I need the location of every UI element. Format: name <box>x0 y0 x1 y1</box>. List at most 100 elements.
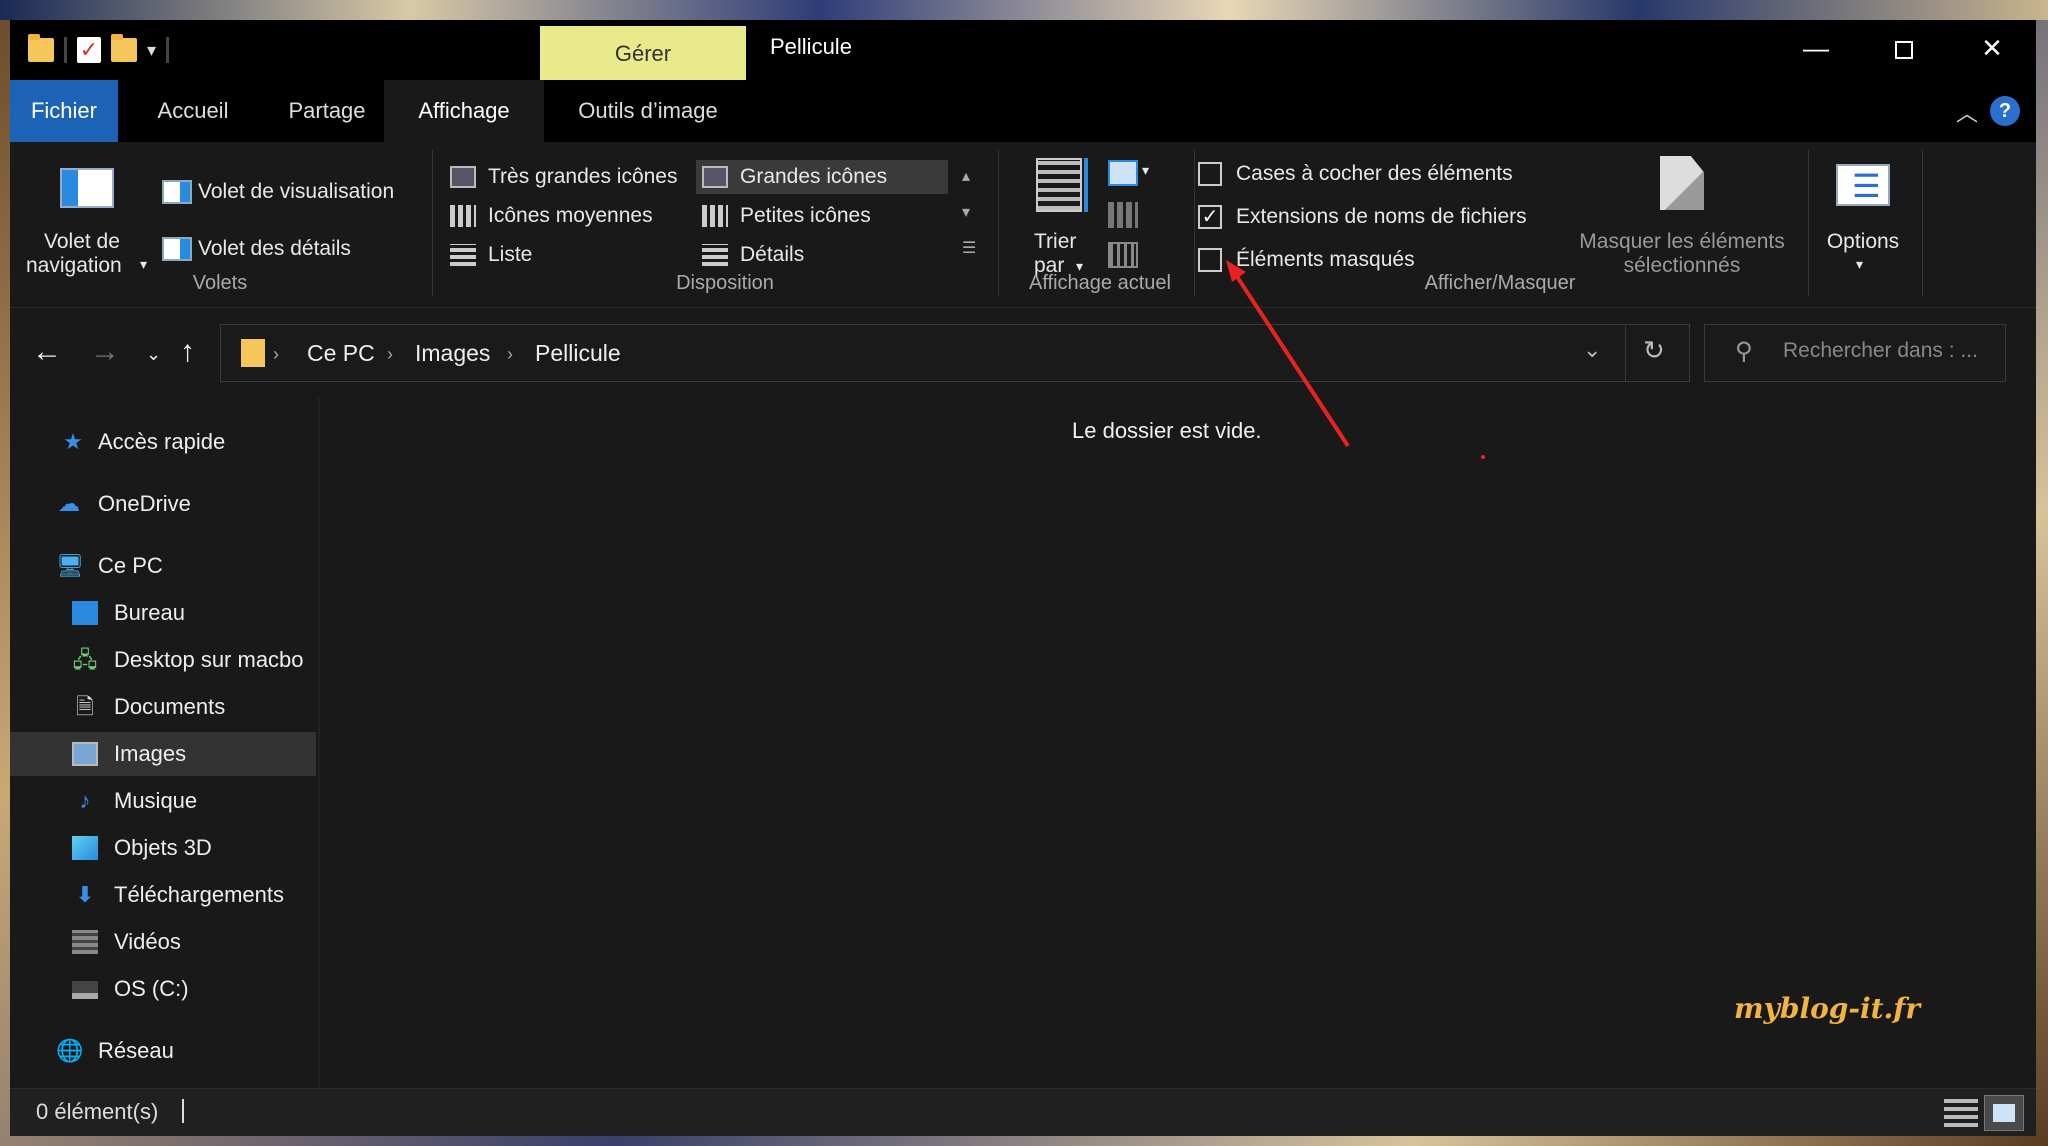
large-icons-icon <box>702 166 728 188</box>
video-icon <box>72 930 98 954</box>
hide-selected-icon[interactable] <box>1660 156 1704 210</box>
layout-list[interactable]: Liste <box>444 238 694 272</box>
sidebar-item-label: Musique <box>114 788 198 813</box>
group-label-volets: Volets <box>192 272 248 294</box>
folder-icon[interactable] <box>28 34 54 62</box>
file-list-area[interactable]: Le dossier est vide. myblog-it.fr <box>322 398 2036 1088</box>
forward-arrow-icon[interactable]: → <box>90 332 120 372</box>
options-icon[interactable] <box>1836 164 1890 206</box>
layout-scroll-down[interactable]: ▾ <box>962 202 970 222</box>
maximize-button[interactable] <box>1860 20 1948 76</box>
sidebar-item-telechargements[interactable]: ⬇ Téléchargements <box>10 873 316 917</box>
layout-label: Liste <box>488 243 533 266</box>
minimize-button[interactable]: — <box>1772 20 1860 76</box>
sidebar-item-objets-3d[interactable]: Objets 3D <box>10 826 316 870</box>
file-extensions-checkbox[interactable]: ✓ <box>1198 205 1222 229</box>
sidebar-item-label: Images <box>114 741 187 766</box>
new-folder-icon[interactable] <box>111 34 137 62</box>
sidebar-item-ce-pc[interactable]: 🖥 Ce PC <box>10 544 316 588</box>
status-separator <box>182 1099 184 1123</box>
navigation-pane-label-2[interactable]: navigation <box>26 254 122 278</box>
sort-icon[interactable] <box>1036 158 1082 212</box>
quick-access-toolbar: ✓ ▾ <box>28 32 170 68</box>
layout-details[interactable]: Détails <box>696 238 948 272</box>
group-by-icon[interactable] <box>1108 160 1138 186</box>
network-drive-icon: 🖧 <box>72 647 98 672</box>
chevron-right-icon[interactable]: › <box>273 337 279 371</box>
chevron-down-icon[interactable]: ▾ <box>140 256 147 273</box>
sidebar-item-onedrive[interactable]: ☁ OneDrive <box>10 482 316 526</box>
sidebar-item-bureau[interactable]: Bureau <box>10 591 316 635</box>
chevron-right-icon[interactable]: › <box>507 337 513 371</box>
sidebar-item-reseau[interactable]: 🌐 Réseau <box>10 1029 316 1073</box>
add-columns-icon[interactable] <box>1108 202 1138 228</box>
sidebar-item-musique[interactable]: ♪ Musique <box>10 779 316 823</box>
layout-medium-icons[interactable]: Icônes moyennes <box>444 199 694 233</box>
large-icons-view-button[interactable] <box>1984 1095 2024 1131</box>
context-tab-gerer[interactable]: Gérer <box>540 26 746 80</box>
tab-outils-image[interactable]: Outils d’image <box>548 80 748 142</box>
item-checkboxes-label[interactable]: Cases à cocher des éléments <box>1236 162 1513 186</box>
layout-extra-large-icons[interactable]: Très grandes icônes <box>444 160 694 194</box>
chevron-down-icon[interactable]: ⌄ <box>1583 337 1601 363</box>
preview-pane-button[interactable]: Volet de visualisation <box>198 180 394 204</box>
maximize-icon <box>1895 41 1913 60</box>
window-title: Pellicule <box>770 34 852 59</box>
tab-accueil[interactable]: Accueil <box>130 80 256 142</box>
chevron-right-icon[interactable]: › <box>387 337 393 371</box>
options-button[interactable]: Options <box>1810 230 1916 254</box>
layout-scroll-up[interactable]: ▴ <box>962 166 970 186</box>
breadcrumb-pellicule[interactable]: Pellicule <box>535 337 621 369</box>
sidebar-item-videos[interactable]: Vidéos <box>10 920 316 964</box>
group-separator <box>1922 150 1923 296</box>
layout-small-icons[interactable]: Petites icônes <box>696 199 948 233</box>
recent-locations-icon[interactable]: ⌄ <box>146 334 161 374</box>
watermark: myblog-it.fr <box>1734 992 1921 1025</box>
details-pane-button[interactable]: Volet des détails <box>198 237 351 261</box>
customize-toolbar-icon[interactable]: ▾ <box>147 40 156 61</box>
back-arrow-icon[interactable]: ← <box>32 332 62 372</box>
size-columns-icon[interactable] <box>1108 242 1138 268</box>
breadcrumb-ce-pc[interactable]: Ce PC <box>307 337 375 369</box>
properties-icon[interactable]: ✓ <box>77 37 101 63</box>
item-checkboxes-checkbox[interactable] <box>1198 162 1222 186</box>
sidebar-item-label: Réseau <box>98 1038 174 1063</box>
chevron-down-icon[interactable]: ▾ <box>1142 162 1149 179</box>
navigation-pane-label-1[interactable]: Volet de <box>44 230 120 254</box>
hidden-items-checkbox[interactable] <box>1198 248 1222 272</box>
up-arrow-icon[interactable]: ↑ <box>180 332 195 372</box>
address-row: ← → ⌄ ↑ › Ce PC › Images › Pellicule ⌄ ↻… <box>10 308 2036 398</box>
sort-by-label-1[interactable]: Trier <box>1034 230 1076 254</box>
layout-label: Petites icônes <box>740 204 871 227</box>
tab-affichage[interactable]: Affichage <box>384 80 544 142</box>
tab-partage[interactable]: Partage <box>262 80 392 142</box>
sidebar-item-os-c[interactable]: OS (C:) <box>10 967 316 1011</box>
hide-selected-label-1[interactable]: Masquer les éléments <box>1572 230 1792 254</box>
layout-label: Icônes moyennes <box>488 204 653 227</box>
help-icon[interactable]: ? <box>1990 96 2020 126</box>
list-icon <box>450 244 476 266</box>
music-icon: ♪ <box>79 788 91 813</box>
address-bar[interactable]: › Ce PC › Images › Pellicule ⌄ ↻ <box>220 324 1690 382</box>
navigation-pane-icon[interactable] <box>60 168 114 208</box>
search-box[interactable]: ⚲ Rechercher dans : ... <box>1704 324 2006 382</box>
details-view-button[interactable] <box>1944 1099 1978 1127</box>
search-input[interactable]: Rechercher dans : ... <box>1783 339 1978 363</box>
sidebar-item-desktop-macbook[interactable]: 🖧 Desktop sur macbo <box>10 638 316 682</box>
file-extensions-label[interactable]: Extensions de noms de fichiers <box>1236 205 1527 229</box>
tab-fichier[interactable]: Fichier <box>10 80 118 142</box>
layout-label: Très grandes icônes <box>488 165 678 188</box>
layout-large-icons[interactable]: Grandes icônes <box>696 160 948 194</box>
sidebar-item-images[interactable]: Images <box>10 732 316 776</box>
breadcrumb-images[interactable]: Images <box>415 337 490 369</box>
group-label-afficher-masquer: Afficher/Masquer <box>1424 272 1576 294</box>
layout-more[interactable]: ☰ <box>962 238 976 258</box>
chevron-up-icon[interactable]: ︿ <box>1956 96 1978 128</box>
chevron-down-icon[interactable]: ▾ <box>1856 256 1863 273</box>
hidden-items-label[interactable]: Éléments masqués <box>1236 248 1415 272</box>
cube-icon <box>72 836 98 860</box>
refresh-icon[interactable]: ↻ <box>1643 335 1665 366</box>
close-button[interactable]: ✕ <box>1948 20 2036 76</box>
sidebar-item-documents[interactable]: 🗎 Documents <box>10 685 316 729</box>
sidebar-item-acces-rapide[interactable]: ★ Accès rapide <box>10 420 316 464</box>
